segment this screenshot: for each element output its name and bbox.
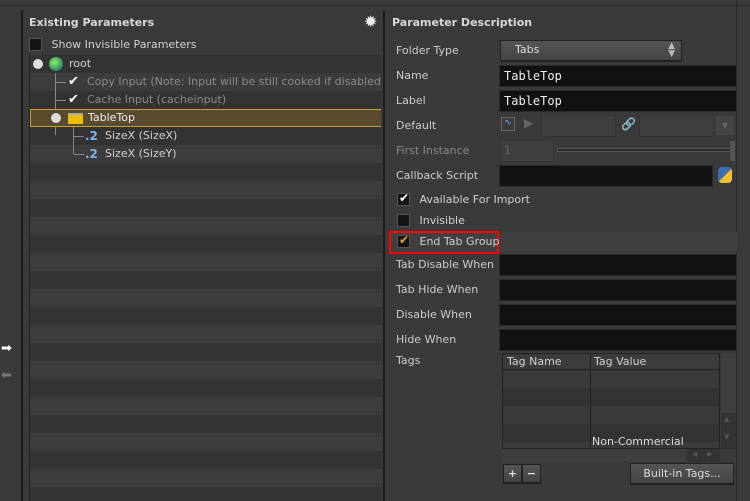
check-icon: ✔ <box>399 232 410 247</box>
name-input[interactable]: TableTop <box>499 65 737 87</box>
check-icon: ✔ <box>399 190 410 205</box>
gear-icon[interactable]: ✹ <box>364 12 377 31</box>
panel-divider <box>21 10 23 501</box>
available-for-import-checkbox[interactable]: ✔ Available For Import <box>397 190 530 206</box>
tag-value-header[interactable]: Tag Value <box>594 355 646 368</box>
tags-table[interactable]: Tag Name Tag Value Non-Commercial Editio… <box>502 353 720 461</box>
tags-label: Tags <box>396 354 421 367</box>
panel-divider <box>383 10 385 501</box>
expression-icon[interactable]: ∿ <box>501 117 515 131</box>
tree-item-label: Copy Input (Note: Input will be still co… <box>87 75 381 88</box>
tag-name-header[interactable]: Tag Name <box>507 355 562 368</box>
tree-item-sizex[interactable]: .2 SizeX (SizeX) <box>30 127 381 145</box>
parameter-tree[interactable]: root ✔ Copy Input (Note: Input will be s… <box>29 55 381 501</box>
callback-script-input[interactable] <box>499 165 713 187</box>
folder-type-select[interactable]: Tabs ▲ ▼ <box>500 40 682 61</box>
collapse-icon[interactable] <box>51 113 61 123</box>
tree-item-tabletop[interactable]: TableTop <box>30 109 381 127</box>
first-instance-slider[interactable] <box>557 148 733 152</box>
default-label: Default <box>396 119 437 132</box>
folder-icon <box>68 113 83 124</box>
globe-icon <box>49 57 63 71</box>
tree-item-sizey[interactable]: .2 SizeX (SizeY) <box>30 145 381 163</box>
python-icon[interactable] <box>718 167 732 183</box>
existing-parameters-title: Existing Parameters <box>29 16 155 29</box>
hide-when-input[interactable] <box>499 329 737 351</box>
tree-item-label: SizeX (SizeX) <box>105 129 178 142</box>
dropdown-icon[interactable]: ▼ <box>716 116 734 135</box>
tab-hide-when-label: Tab Hide When <box>396 283 479 296</box>
built-in-tags-button[interactable]: Built-in Tags... <box>630 463 734 484</box>
label-label: Label <box>396 94 426 107</box>
top-divider <box>0 5 750 6</box>
scroll-up-icon[interactable]: ▲ <box>724 415 729 423</box>
float-param-icon: .2 <box>85 147 98 161</box>
tree-item-label: Cache Input (cacheinput) <box>87 93 227 106</box>
tree-item-cache-input[interactable]: ✔ Cache Input (cacheinput) <box>30 91 381 109</box>
add-tag-button[interactable]: + <box>503 464 522 483</box>
disable-when-label: Disable When <box>396 308 472 321</box>
collapse-icon[interactable] <box>33 59 43 69</box>
spinner-arrows-icon: ▲ ▼ <box>668 41 675 59</box>
tree-item-root[interactable]: root <box>30 55 381 73</box>
tree-item-label: TableTop <box>88 111 136 124</box>
tree-item-label: SizeX (SizeY) <box>105 147 177 160</box>
first-instance-label: First Instance <box>396 144 470 157</box>
tree-item-label: root <box>69 57 92 70</box>
first-instance-input[interactable]: 1 <box>499 140 554 162</box>
parameter-description-title: Parameter Description <box>392 16 533 29</box>
folder-type-label: Folder Type <box>396 44 459 57</box>
scroll-down-icon[interactable]: ▼ <box>724 433 729 441</box>
invisible-checkbox[interactable]: Invisible <box>397 213 465 227</box>
default-input[interactable] <box>541 115 616 137</box>
callback-script-label: Callback Script <box>396 169 479 182</box>
tab-disable-when-label: Tab Disable When <box>396 258 495 271</box>
disable-when-input[interactable] <box>499 304 737 326</box>
check-icon: ✔ <box>68 74 79 89</box>
scroll-right-icon[interactable]: ▶ <box>707 450 712 458</box>
remove-tag-button[interactable]: − <box>522 464 541 483</box>
vertical-scrollbar[interactable]: ▲ ▼ <box>721 353 736 449</box>
tree-item-copy-input[interactable]: ✔ Copy Input (Note: Input will be still … <box>30 73 381 91</box>
tab-hide-when-input[interactable] <box>499 279 737 301</box>
check-icon: ✔ <box>68 92 79 107</box>
name-label: Name <box>396 69 429 82</box>
available-for-import-label: Available For Import <box>419 192 530 206</box>
show-invisible-label: Show Invisible Parameters <box>51 37 197 51</box>
pointer-icon[interactable]: ▶ <box>524 116 533 130</box>
link-icon[interactable]: 🔗 <box>621 117 636 131</box>
checkbox[interactable] <box>29 37 42 51</box>
invisible-label: Invisible <box>419 213 465 227</box>
float-param-icon: .2 <box>85 129 98 143</box>
arrow-right-icon[interactable]: ➡ <box>1 341 12 356</box>
arrow-left-icon[interactable]: ⬅ <box>1 368 12 383</box>
slider-handle[interactable] <box>730 141 735 161</box>
folder-type-value: Tabs <box>515 43 540 56</box>
tab-disable-when-input[interactable] <box>499 254 737 276</box>
show-invisible-checkbox[interactable]: Show Invisible Parameters <box>29 37 197 51</box>
scroll-left-icon[interactable]: ◀ <box>692 450 697 458</box>
horizontal-scrollbar[interactable]: ◀ ▶ <box>502 449 720 462</box>
end-tab-group-checkbox[interactable]: ✔ End Tab Group <box>397 232 500 248</box>
label-input[interactable]: TableTop <box>499 90 737 112</box>
default-input-2[interactable] <box>639 115 714 137</box>
end-tab-group-label: End Tab Group <box>419 234 500 248</box>
hide-when-label: Hide When <box>396 333 457 346</box>
